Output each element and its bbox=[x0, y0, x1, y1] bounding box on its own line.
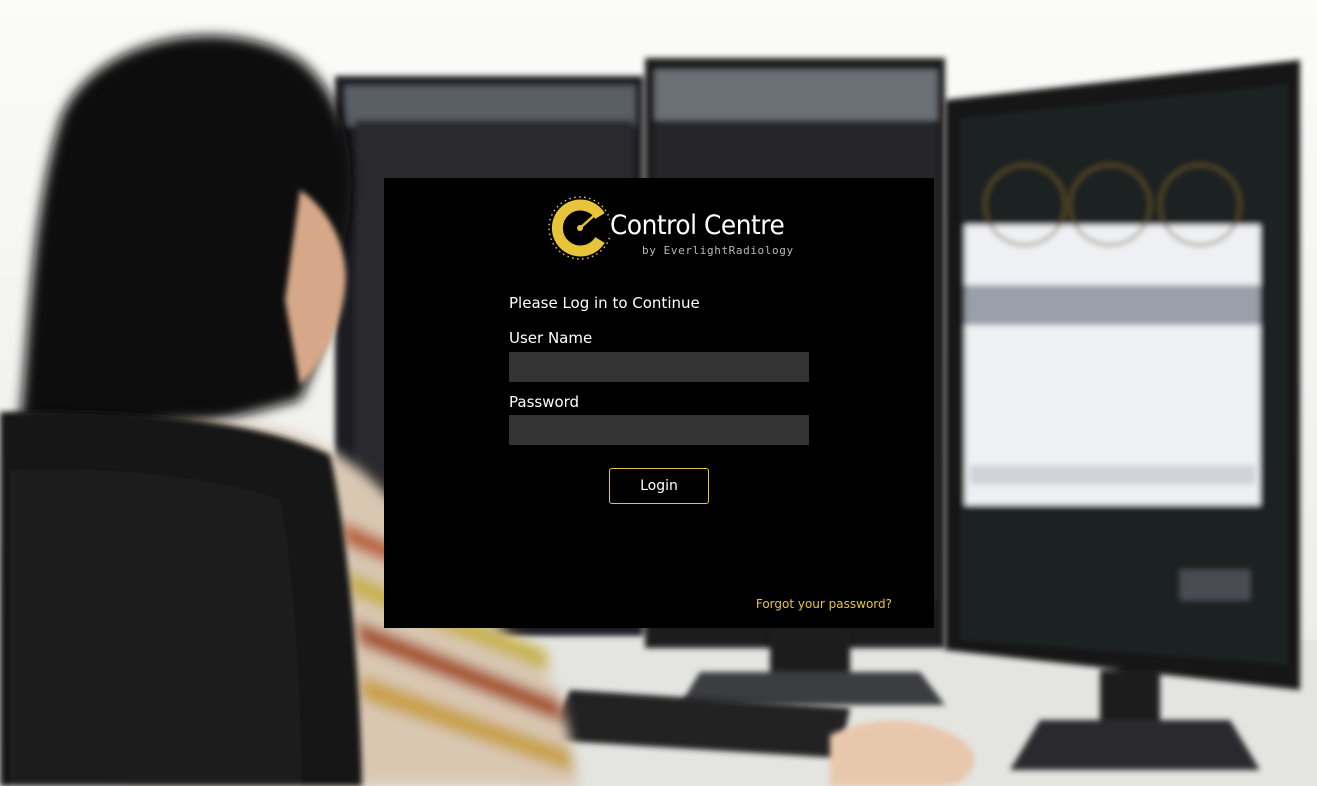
username-label: User Name bbox=[509, 329, 593, 347]
brand-subtitle: by EverlightRadiology bbox=[642, 244, 794, 257]
login-panel: Control Centre by EverlightRadiology Ple… bbox=[384, 178, 934, 628]
password-label: Password bbox=[509, 393, 580, 411]
brand-name: Control Centre bbox=[610, 210, 785, 241]
gauge-c-icon bbox=[548, 196, 610, 260]
login-button[interactable]: Login bbox=[609, 468, 709, 504]
forgot-password-link[interactable]: Forgot your password? bbox=[756, 597, 892, 611]
password-input[interactable] bbox=[509, 415, 809, 445]
username-input[interactable] bbox=[509, 352, 809, 382]
login-prompt: Please Log in to Continue bbox=[509, 294, 700, 312]
brand-logo: Control Centre by EverlightRadiology bbox=[546, 190, 793, 266]
